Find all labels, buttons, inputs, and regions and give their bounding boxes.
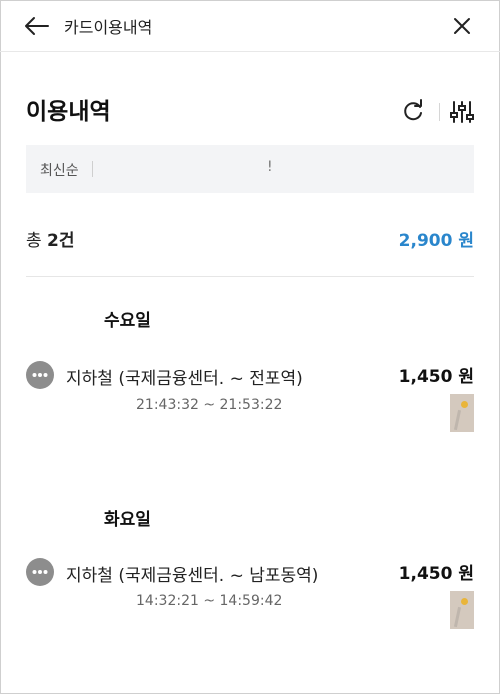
refresh-button[interactable]: [400, 99, 426, 125]
summary-divider: [26, 276, 474, 277]
transaction-time: 14:32:21 ~ 14:59:42: [136, 593, 283, 609]
summary-total-amount: 2,900 원: [398, 231, 474, 251]
thumbnail-streak: [453, 409, 462, 431]
thumbnail-streak: [453, 606, 462, 628]
more-button[interactable]: [26, 361, 54, 389]
transaction-thumbnail: [450, 591, 474, 629]
transaction-amount: 1,450 원: [398, 367, 474, 387]
transaction-amount: 1,450 원: [398, 564, 474, 584]
more-button[interactable]: [26, 558, 54, 586]
filter-button[interactable]: [449, 99, 475, 125]
page-title: 이용내역: [26, 99, 111, 125]
arrow-left-icon: [25, 17, 49, 35]
summary-count-prefix: 총: [26, 231, 42, 251]
transaction-title[interactable]: 지하철 (국제금융센터. ~ 남포동역): [66, 561, 318, 586]
thumbnail-dot: [461, 598, 468, 605]
refresh-icon: [404, 99, 422, 121]
transaction-time: 21:43:32 ~ 21:53:22: [136, 397, 283, 413]
close-icon: [454, 18, 470, 34]
sliders-icon: [450, 101, 474, 123]
icon-divider: [439, 103, 440, 121]
transaction-thumbnail: [450, 394, 474, 432]
summary-count-value: 2건: [47, 231, 75, 251]
sort-option-latest[interactable]: 최신순: [40, 160, 79, 180]
back-button[interactable]: [22, 14, 52, 38]
sort-bar: 최신순 !: [26, 145, 474, 193]
top-bar: 카드이용내역: [0, 0, 500, 52]
sort-mark: !: [267, 159, 273, 175]
more-icon: [32, 570, 48, 574]
day-header: 수요일: [104, 311, 151, 331]
topbar-title: 카드이용내역: [64, 18, 153, 37]
more-icon: [32, 373, 48, 377]
summary-count: 총 2건: [26, 226, 75, 251]
thumbnail-dot: [461, 401, 468, 408]
day-header: 화요일: [104, 510, 151, 530]
close-button[interactable]: [450, 14, 474, 38]
sort-separator: [92, 161, 93, 177]
transaction-title[interactable]: 지하철 (국제금융센터. ~ 전포역): [66, 364, 303, 389]
